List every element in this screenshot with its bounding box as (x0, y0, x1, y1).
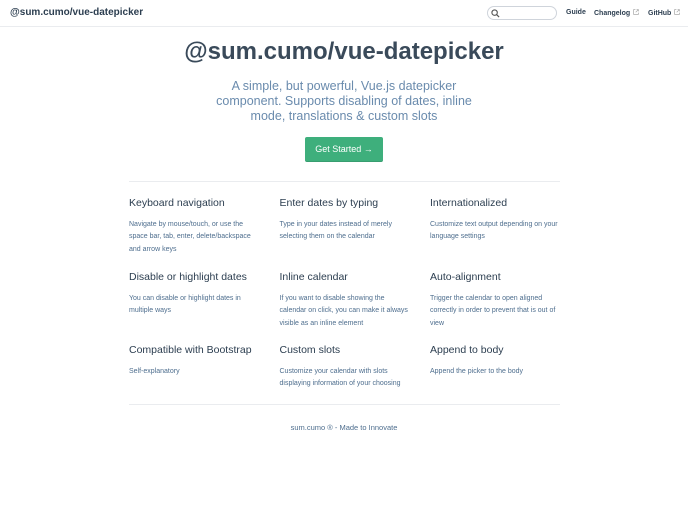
site-title[interactable]: @sum.cumo/vue-datepicker (10, 7, 143, 18)
feature-title: Internationalized (430, 197, 508, 209)
feature-bootstrap: Compatible with Bootstrap Self-explanato… (129, 344, 259, 375)
feature-details: Type in your dates instead of merely sel… (279, 221, 392, 241)
nav-link-github[interactable]: GitHub (648, 9, 681, 17)
feature-disable-highlight: Disable or highlight dates You can disab… (129, 271, 259, 314)
feature-details: Append the picker to the body (430, 368, 524, 375)
feature-title: Disable or highlight dates (129, 271, 247, 283)
feature-title: Auto-alignment (430, 271, 501, 283)
feature-enter-dates: Enter dates by typing Type in your dates… (279, 197, 410, 240)
feature-title: Custom slots (279, 344, 341, 356)
feature-details: Navigate by mouse/touch, or use the spac… (129, 221, 251, 253)
search-icon (491, 9, 500, 18)
feature-title: Enter dates by typing (279, 197, 379, 209)
nav-link-changelog[interactable]: Changelog (594, 9, 639, 17)
nav-link-label: Changelog (594, 10, 631, 17)
feature-inline-calendar: Inline calendar If you want to disable s… (279, 271, 410, 327)
divider (129, 181, 560, 182)
feature-append-to-body: Append to body Append the picker to the … (430, 344, 560, 375)
feature-details: Self-explanatory (129, 368, 180, 375)
feature-details: Customize text output depending on your … (430, 221, 558, 241)
feature-custom-slots: Custom slots Customize your calendar wit… (279, 344, 410, 387)
feature-details: You can disable or highlight dates in mu… (129, 295, 241, 315)
navbar: @sum.cumo/vue-datepicker Guide Changelog… (0, 0, 688, 27)
nav-link-label: Guide (566, 9, 586, 16)
hero-title: @sum.cumo/vue-datepicker (184, 38, 504, 65)
feature-auto-alignment: Auto-alignment Trigger the calendar to o… (430, 271, 560, 327)
feature-keyboard-navigation: Keyboard navigation Navigate by mouse/to… (129, 197, 259, 253)
feature-details: Customize your calendar with slots displ… (279, 368, 401, 388)
feature-internationalized: Internationalized Customize text output … (430, 197, 560, 240)
search-input[interactable] (487, 6, 557, 20)
feature-details: Trigger the calendar to open aligned cor… (430, 295, 556, 327)
divider (129, 404, 560, 405)
footer: sum.cumo ® - Made to Innovate (290, 423, 398, 432)
external-link-icon (633, 9, 639, 15)
feature-title: Append to body (430, 344, 504, 356)
feature-title: Inline calendar (279, 271, 348, 283)
feature-title: Compatible with Bootstrap (129, 344, 252, 356)
nav-link-guide[interactable]: Guide (566, 9, 586, 16)
external-link-icon (674, 9, 681, 15)
get-started-button[interactable]: Get Started → (305, 137, 383, 162)
feature-title: Keyboard navigation (129, 197, 225, 209)
feature-details: If you want to disable showing the calen… (279, 295, 408, 327)
nav-link-label: GitHub (648, 10, 672, 17)
hero-description: A simple, but powerful, Vue.js datepicke… (216, 79, 472, 123)
